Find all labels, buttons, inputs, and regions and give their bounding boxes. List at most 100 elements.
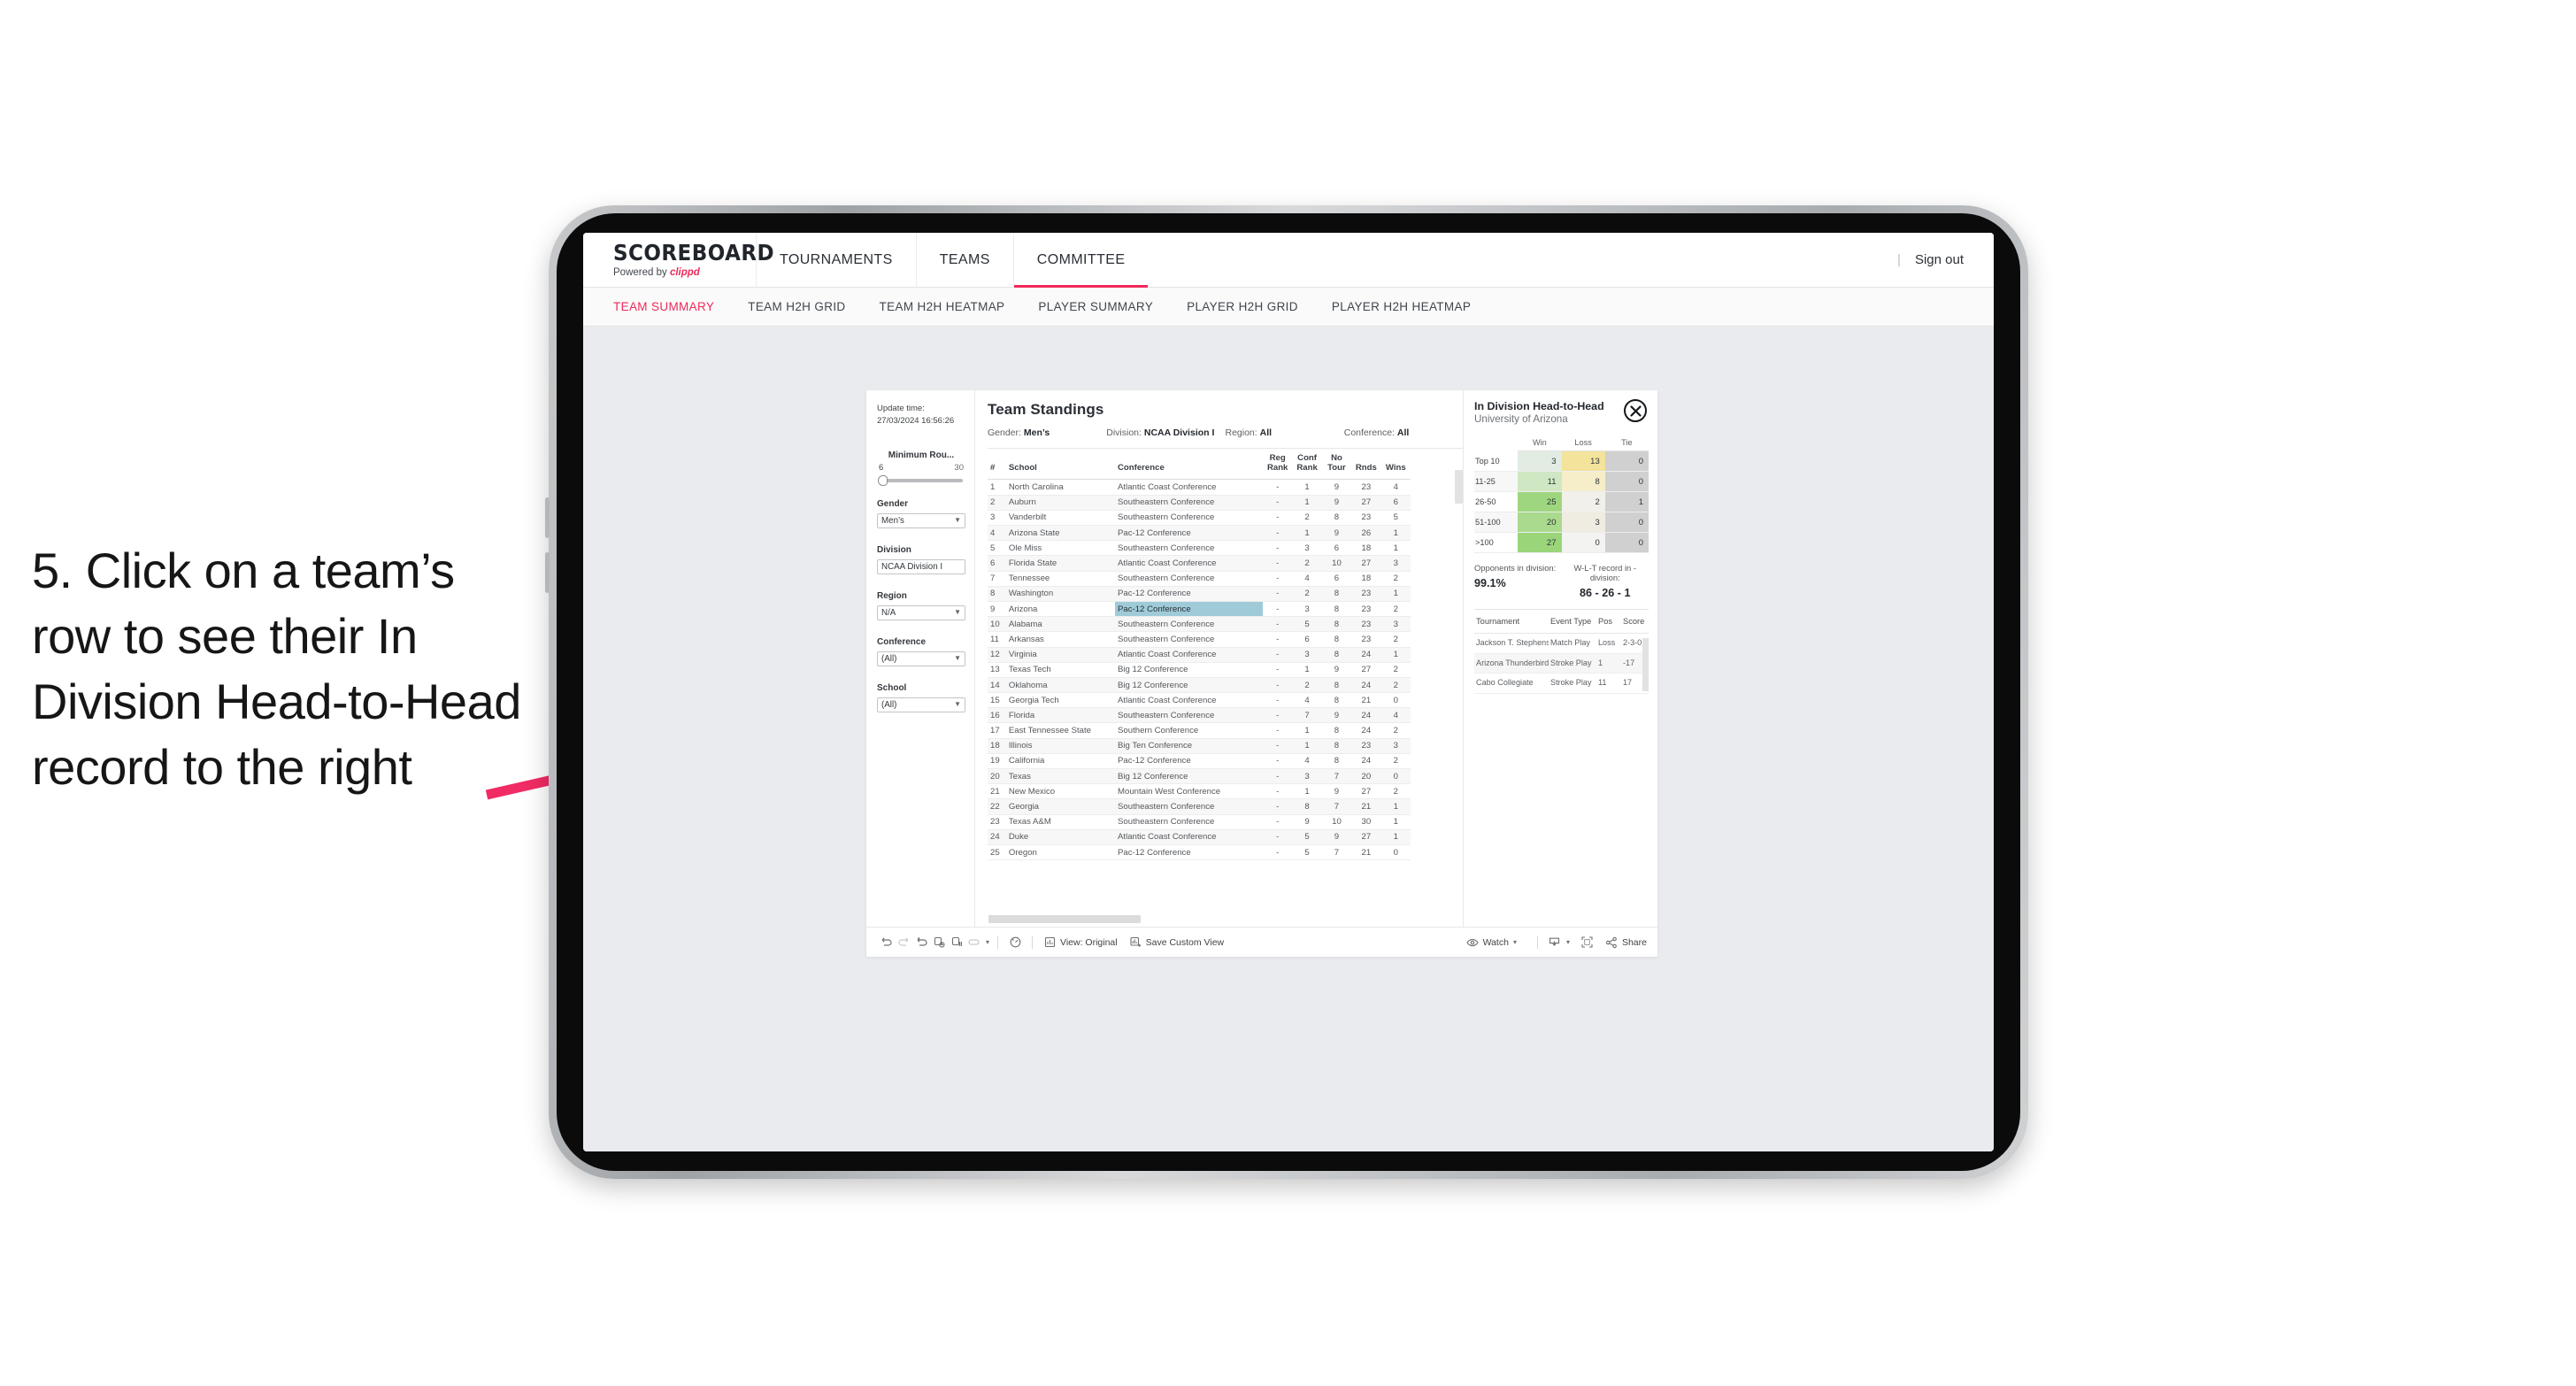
view-original-button[interactable]: View: Original [1044, 936, 1118, 948]
table-row[interactable]: 4 Arizona State Pac-12 Conference -1 9 26 1 [988, 525, 1411, 542]
save-custom-view-button[interactable]: Save Custom View [1130, 936, 1224, 948]
tournament-row[interactable]: Cabo Collegiate Stroke Play 11 17 [1474, 673, 1649, 695]
table-row[interactable]: 23 Texas A&M Southeastern Conference -9 10 30… [988, 814, 1411, 830]
subtab-player-h2h-grid[interactable]: PLAYER H2H GRID [1187, 300, 1298, 313]
cell-conference: Southeastern Conference [1115, 495, 1263, 511]
toolbar-separator [997, 936, 999, 949]
download-icon[interactable] [1546, 934, 1564, 951]
table-row[interactable]: 25 Oregon Pac-12 Conference -5 7 21 0 [988, 844, 1411, 861]
nav-tab-tournaments[interactable]: TOURNAMENTS [756, 233, 916, 288]
cell-no-tour: 7 [1321, 798, 1352, 815]
cell-rnds: 23 [1351, 601, 1381, 618]
cell-rnds: 27 [1351, 783, 1381, 800]
subtab-player-h2h-heatmap[interactable]: PLAYER H2H HEATMAP [1332, 300, 1471, 313]
subtab-player-summary[interactable]: PLAYER SUMMARY [1038, 300, 1153, 313]
col-reg-rank[interactable]: Reg Rank [1262, 449, 1293, 481]
table-row[interactable]: 9 Arizona Pac-12 Conference -3 8 23 2 [988, 601, 1411, 618]
nav-tab-committee[interactable]: COMMITTEE [1012, 233, 1149, 288]
cell-conf-rank: 2 [1292, 586, 1322, 602]
cell-conference: Southeastern Conference [1115, 540, 1263, 557]
table-row[interactable]: 18 Illinois Big Ten Conference -1 8 23 3 [988, 738, 1411, 754]
region-select[interactable]: N/A ▼ [877, 604, 965, 620]
subtab-team-h2h-heatmap[interactable]: TEAM H2H HEATMAP [880, 300, 1005, 313]
close-icon[interactable] [1624, 399, 1647, 422]
table-row[interactable]: 8 Washington Pac-12 Conference -2 8 23 1 [988, 586, 1411, 602]
signout-link[interactable]: Sign out [1915, 252, 1964, 267]
cell-rank: 3 [988, 510, 1006, 527]
h2h-bucket-label: >100 [1474, 532, 1519, 554]
table-row[interactable]: 19 California Pac-12 Conference -4 8 24 2 [988, 753, 1411, 770]
table-row[interactable]: 15 Georgia Tech Atlantic Coast Conference -… [988, 692, 1411, 709]
table-row[interactable]: 11 Arkansas Southeastern Conference -6 8 23 2 [988, 631, 1411, 648]
cell-rank: 19 [988, 753, 1006, 770]
col-no-tour[interactable]: No Tour [1321, 449, 1352, 481]
table-row[interactable]: 3 Vanderbilt Southeastern Conference -2 8 23 5 [988, 510, 1411, 527]
table-row[interactable]: 7 Tennessee Southeastern Conference -4 6 18 2 [988, 571, 1411, 587]
tournament-scrollbar[interactable] [1642, 638, 1649, 692]
cell-tournament-name: Jackson T. Stephens Cup - Men’s Match Pl… [1474, 633, 1549, 654]
tournament-header-row: Tournament Event Type Pos Score [1474, 610, 1649, 634]
cell-rnds: 27 [1351, 495, 1381, 511]
col-school[interactable]: School [1005, 449, 1115, 481]
table-row[interactable]: 10 Alabama Southeastern Conference -5 8 23 3 [988, 616, 1411, 633]
col-conference[interactable]: Conference [1115, 449, 1263, 481]
revert-icon[interactable] [912, 934, 930, 951]
table-row[interactable]: 21 New Mexico Mountain West Conference -1 9 2… [988, 783, 1411, 800]
share-button[interactable]: Share [1605, 936, 1647, 949]
cell-conf-rank: 1 [1292, 662, 1322, 678]
pause-updates-icon[interactable] [948, 934, 965, 951]
col-rank[interactable]: # [988, 449, 1006, 481]
col-tournament[interactable]: Tournament [1474, 610, 1549, 634]
table-row[interactable]: 22 Georgia Southeastern Conference -8 7 21 1 [988, 798, 1411, 815]
redo-icon[interactable] [895, 934, 912, 951]
table-row[interactable]: 6 Florida State Atlantic Coast Conference -… [988, 555, 1411, 572]
table-row[interactable]: 1 North Carolina Atlantic Coast Conference… [988, 479, 1411, 496]
table-row[interactable]: 14 Oklahoma Big 12 Conference -2 8 24 2 [988, 677, 1411, 694]
subtab-team-summary[interactable]: TEAM SUMMARY [613, 300, 714, 313]
tournament-row[interactable]: Arizona Thunderbirds IntercollegiateStro… [1474, 653, 1649, 674]
col-wins[interactable]: Wins [1380, 449, 1411, 481]
gender-select[interactable]: Men’s ▼ [877, 512, 965, 528]
conference-select[interactable]: (All) ▼ [877, 651, 965, 666]
minimum-rounds-slider[interactable] [878, 474, 963, 486]
table-row[interactable]: 16 Florida Southeastern Conference -7 9 24 4 [988, 707, 1411, 724]
division-select[interactable]: NCAA Division I [877, 558, 965, 574]
watch-button[interactable]: Watch ▾ [1465, 936, 1517, 949]
table-row[interactable]: 2 Auburn Southeastern Conference -1 9 27 6 [988, 495, 1411, 511]
cell-conf-rank: 5 [1292, 616, 1322, 633]
table-row[interactable]: 17 East Tennessee State Southern Conferenc… [988, 722, 1411, 739]
undo-icon[interactable] [877, 934, 895, 951]
chevron-down-icon[interactable]: ▾ [986, 938, 989, 946]
device-preview-icon[interactable] [1006, 934, 1024, 951]
school-select[interactable]: (All) ▼ [877, 697, 965, 712]
col-conf-rank[interactable]: Conf Rank [1292, 449, 1322, 481]
table-vertical-scrollbar[interactable] [1455, 470, 1463, 504]
highlight-icon[interactable] [965, 934, 983, 951]
slider-handle[interactable] [878, 474, 888, 486]
table-horizontal-scrollbar[interactable] [988, 915, 1463, 923]
nav-tab-teams[interactable]: TEAMS [915, 233, 1013, 288]
table-row[interactable]: 12 Virginia Atlantic Coast Conference -3 8 24… [988, 647, 1411, 663]
cell-rank: 9 [988, 601, 1006, 618]
tournament-row[interactable]: Jackson T. Stephens Cup - Men’s Match Pl… [1474, 633, 1649, 654]
col-rnds[interactable]: Rnds [1351, 449, 1381, 481]
meta-gender-label: Gender: [988, 427, 1021, 438]
table-row[interactable]: 24 Duke Atlantic Coast Conference -5 9 27 1 [988, 829, 1411, 845]
col-event-type[interactable]: Event Type [1549, 610, 1596, 634]
table-row[interactable]: 13 Texas Tech Big 12 Conference -1 9 27 2 [988, 662, 1411, 678]
cell-wins: 0 [1380, 844, 1411, 861]
subtab-team-h2h-grid[interactable]: TEAM H2H GRID [748, 300, 845, 313]
chevron-down-icon[interactable]: ▾ [1566, 938, 1570, 946]
h2h-cell-loss: 8 [1561, 471, 1605, 493]
table-row[interactable]: 5 Ole Miss Southeastern Conference -3 6 18 1 [988, 540, 1411, 557]
scrollbar-thumb[interactable] [988, 915, 1141, 923]
col-pos[interactable]: Pos [1596, 610, 1621, 634]
app-logo[interactable]: SCOREBOARD Powered by clippd [583, 242, 774, 278]
refresh-data-icon[interactable] [930, 934, 948, 951]
cell-conf-rank: 3 [1292, 540, 1322, 557]
cell-conference: Atlantic Coast Conference [1115, 555, 1263, 572]
table-row[interactable]: 20 Texas Big 12 Conference -3 7 20 0 [988, 768, 1411, 785]
fullscreen-icon[interactable] [1579, 934, 1596, 951]
cell-conf-rank: 3 [1292, 647, 1322, 663]
col-score[interactable]: Score [1621, 610, 1649, 634]
